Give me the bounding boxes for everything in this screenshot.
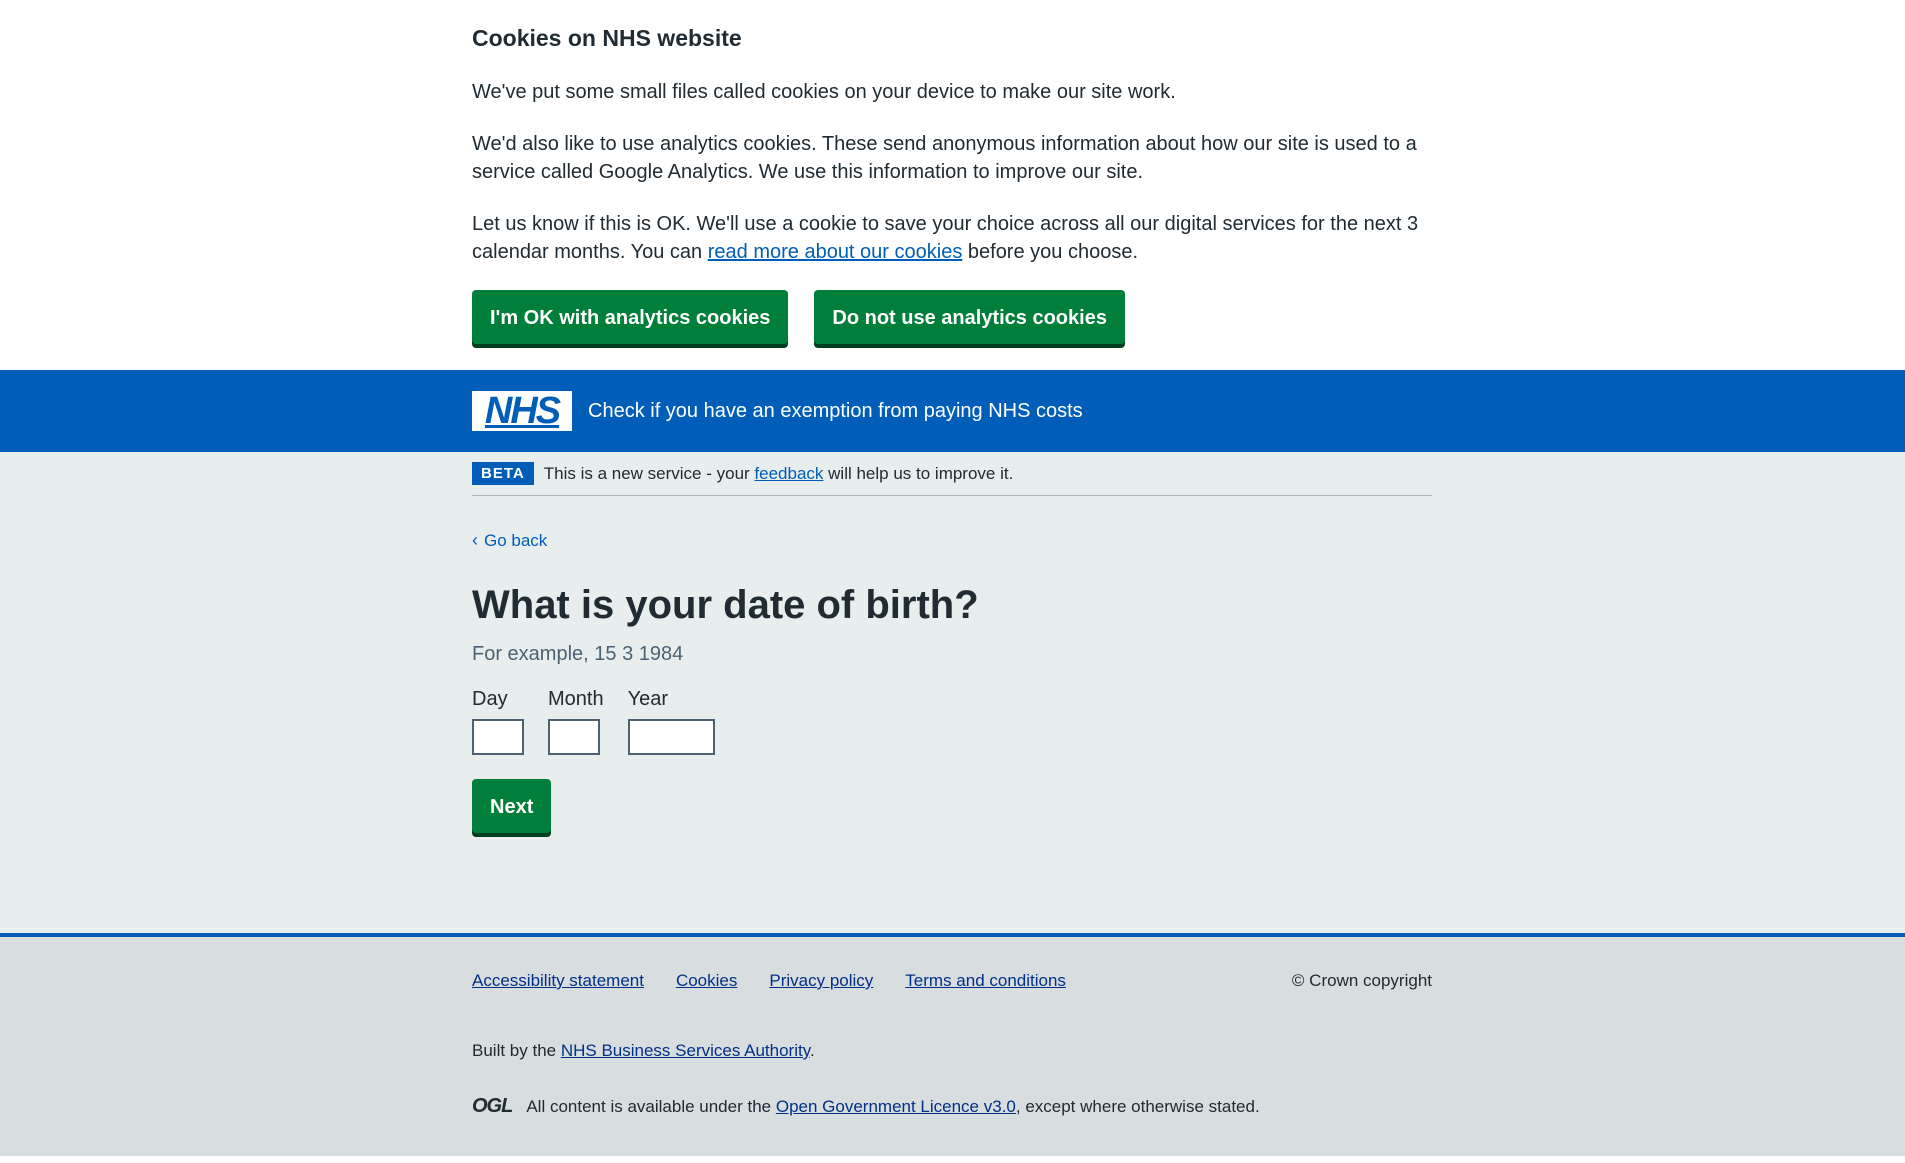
beta-tag: BETA: [472, 462, 534, 485]
feedback-link[interactable]: feedback: [754, 464, 823, 483]
cookie-para-2: We'd also like to use analytics cookies.…: [472, 133, 1417, 183]
nhsbsa-link[interactable]: NHS Business Services Authority: [561, 1041, 810, 1060]
month-input[interactable]: [548, 719, 600, 755]
day-input[interactable]: [472, 719, 524, 755]
ogl-statement: OGL All content is available under the O…: [472, 1095, 1260, 1117]
cookie-banner-title: Cookies on NHS website: [472, 25, 742, 51]
month-label: Month: [548, 688, 604, 710]
cookie-para-3: Let us know if this is OK. We'll use a c…: [472, 213, 1419, 263]
site-footer: Accessibility statement Cookies Privacy …: [0, 937, 1905, 1156]
year-label: Year: [627, 688, 669, 710]
footer-link-accessibility[interactable]: Accessibility statement: [472, 971, 644, 990]
date-hint: For example, 15 3 1984: [472, 643, 684, 665]
footer-links: Accessibility statement Cookies Privacy …: [472, 971, 1066, 991]
day-label: Day: [472, 688, 508, 710]
next-button[interactable]: Next: [472, 779, 552, 833]
built-by: Built by the NHS Business Services Autho…: [472, 1041, 815, 1060]
reject-analytics-button[interactable]: Do not use analytics cookies: [814, 290, 1125, 344]
page-title: What is your date of birth?: [472, 583, 979, 627]
cookie-banner: Cookies on NHS website We've put some sm…: [0, 0, 1905, 370]
phase-text: This is a new service - your feedback wi…: [543, 463, 1014, 483]
back-link[interactable]: ‹ Go back: [472, 530, 1432, 551]
ogl-logo-icon: OGL: [472, 1095, 513, 1117]
date-input-group: Day Month Year: [472, 688, 1432, 755]
chevron-left-icon: ‹: [472, 530, 478, 550]
back-link-label[interactable]: Go back: [484, 531, 547, 551]
footer-link-terms[interactable]: Terms and conditions: [905, 971, 1066, 990]
site-header: NHS Check if you have an exemption from …: [0, 370, 1905, 452]
accept-analytics-button[interactable]: I'm OK with analytics cookies: [472, 290, 789, 344]
main-content: BETA This is a new service - your feedba…: [0, 452, 1905, 937]
cookie-para-1: We've put some small files called cookie…: [472, 81, 1176, 103]
nhs-logo[interactable]: NHS: [472, 391, 572, 431]
footer-link-privacy[interactable]: Privacy policy: [769, 971, 873, 990]
footer-link-cookies[interactable]: Cookies: [676, 971, 737, 990]
read-more-cookies-link[interactable]: read more about our cookies: [708, 241, 963, 263]
crown-copyright: © Crown copyright: [1291, 971, 1432, 990]
service-name[interactable]: Check if you have an exemption from payi…: [588, 400, 1083, 423]
ogl-link[interactable]: Open Government Licence v3.0: [776, 1097, 1016, 1116]
year-input[interactable]: [627, 719, 715, 755]
phase-banner: BETA This is a new service - your feedba…: [472, 452, 1432, 496]
